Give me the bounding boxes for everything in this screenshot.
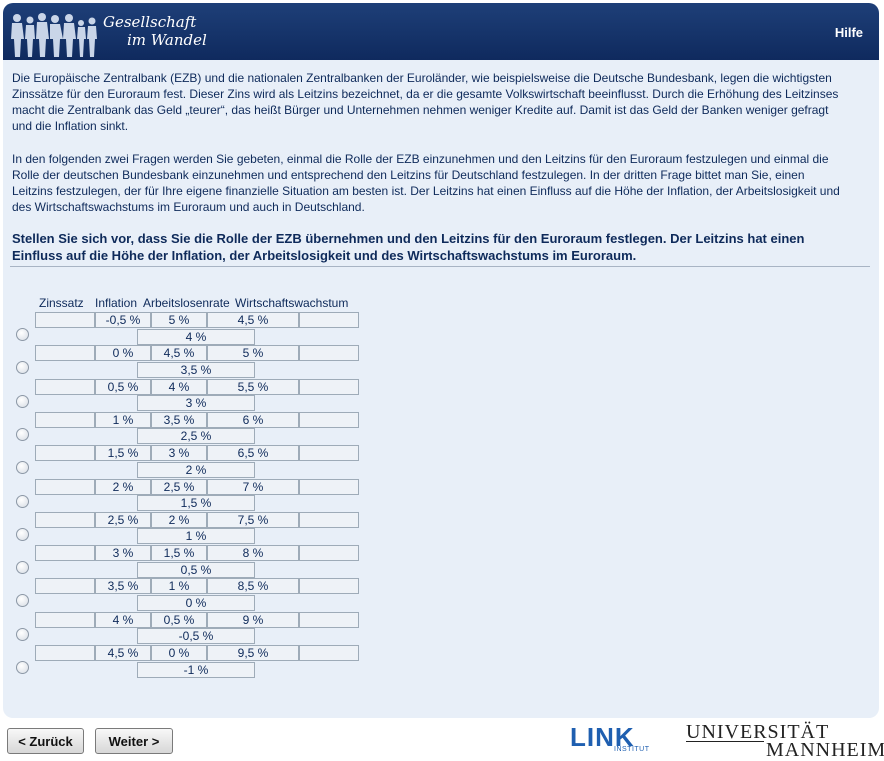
inflation-cell: 4 % xyxy=(95,611,151,628)
logo-line-2: im Wandel xyxy=(127,31,207,49)
survey-content-panel: Die Europäische Zentralbank (EZB) und di… xyxy=(3,60,879,718)
option-radio[interactable] xyxy=(16,561,29,575)
option-radio[interactable] xyxy=(16,627,29,641)
inflation-cell: 3 % xyxy=(95,545,151,562)
unemployment-cell: 2,5 % xyxy=(151,478,207,495)
unemployment-cell: 0,5 % xyxy=(151,611,207,628)
help-link[interactable]: Hilfe xyxy=(835,25,863,40)
unemployment-cell: 1 % xyxy=(151,578,207,595)
option-radio[interactable] xyxy=(16,427,29,441)
option-radio[interactable] xyxy=(16,494,29,508)
inflation-cell: 0 % xyxy=(95,345,151,362)
empty-cell xyxy=(299,378,359,395)
inflation-cell: -0,5 % xyxy=(95,312,151,328)
back-button[interactable]: < Zurück xyxy=(7,728,84,754)
unemployment-cell: 0 % xyxy=(151,645,207,661)
column-header-wirtschaftswachstum: Wirtschaftswachstum xyxy=(235,296,349,310)
empty-cell xyxy=(35,345,95,362)
growth-cell: 7 % xyxy=(207,478,299,495)
interest-rate-cell: 2 % xyxy=(137,461,255,478)
unemployment-cell: 1,5 % xyxy=(151,545,207,562)
link-institut-logo: LINK INSTITUT xyxy=(570,724,652,756)
growth-cell: 8 % xyxy=(207,545,299,562)
inflation-cell: 4,5 % xyxy=(95,645,151,661)
growth-cell: 9 % xyxy=(207,611,299,628)
empty-cell xyxy=(299,511,359,528)
empty-cell xyxy=(35,578,95,595)
growth-cell: 6,5 % xyxy=(207,445,299,462)
interest-rate-cell: 0 % xyxy=(137,594,255,611)
interest-rate-cell: 2,5 % xyxy=(137,428,255,445)
empty-cell xyxy=(35,545,95,562)
next-button[interactable]: Weiter > xyxy=(95,728,173,754)
column-header-arbeitslosenrate: Arbeitslosenrate xyxy=(143,296,230,310)
option-radio[interactable] xyxy=(16,461,29,475)
empty-cell xyxy=(35,611,95,628)
option-radio[interactable] xyxy=(16,361,29,375)
question-divider xyxy=(10,266,870,267)
empty-cell xyxy=(35,378,95,395)
people-silhouette-logo xyxy=(11,13,97,57)
option-radio[interactable] xyxy=(16,661,29,674)
growth-cell: 5,5 % xyxy=(207,378,299,395)
growth-cell: 9,5 % xyxy=(207,645,299,661)
inflation-cell: 1,5 % xyxy=(95,445,151,462)
empty-cell xyxy=(299,578,359,595)
interest-rate-cell: 1,5 % xyxy=(137,495,255,511)
interest-rate-cell: -0,5 % xyxy=(137,628,255,645)
empty-cell xyxy=(299,445,359,462)
uni-logo-line-2: MANNHEIM xyxy=(766,739,884,761)
inflation-cell: 2,5 % xyxy=(95,511,151,528)
unemployment-cell: 3,5 % xyxy=(151,411,207,428)
logo-line-1: Gesellschaft xyxy=(103,13,197,31)
inflation-cell: 3,5 % xyxy=(95,578,151,595)
unemployment-cell: 4 % xyxy=(151,378,207,395)
column-header-inflation: Inflation xyxy=(95,296,138,310)
unemployment-cell: 4,5 % xyxy=(151,345,207,362)
column-header-zinssatz: Zinssatz xyxy=(39,296,84,310)
empty-cell xyxy=(35,511,95,528)
interest-rate-cell: -1 % xyxy=(137,661,255,678)
university-mannheim-logo: UNIVERSITÄT MANNHEIM xyxy=(686,722,884,760)
empty-cell xyxy=(35,312,95,328)
empty-cell xyxy=(299,478,359,495)
unemployment-cell: 5 % xyxy=(151,312,207,328)
site-logo-text: Gesellschaft im Wandel xyxy=(103,13,207,49)
inflation-cell: 2 % xyxy=(95,478,151,495)
unemployment-cell: 2 % xyxy=(151,511,207,528)
interest-rate-cell: 4 % xyxy=(137,328,255,345)
empty-cell xyxy=(299,611,359,628)
option-radio[interactable] xyxy=(16,594,29,608)
empty-cell xyxy=(35,478,95,495)
option-radio[interactable] xyxy=(16,394,29,408)
empty-cell xyxy=(35,645,95,661)
inflation-cell: 1 % xyxy=(95,411,151,428)
uni-logo-rule xyxy=(686,741,764,742)
intro-paragraph-1: Die Europäische Zentralbank (EZB) und di… xyxy=(12,71,839,133)
growth-cell: 6 % xyxy=(207,411,299,428)
empty-cell xyxy=(299,545,359,562)
empty-cell xyxy=(299,411,359,428)
empty-cell xyxy=(299,345,359,362)
inflation-cell: 0,5 % xyxy=(95,378,151,395)
intro-paragraph-2: In den folgenden zwei Fragen werden Sie … xyxy=(12,152,840,214)
link-logo-subtext: INSTITUT xyxy=(614,746,650,753)
growth-cell: 8,5 % xyxy=(207,578,299,595)
interest-rate-cell: 1 % xyxy=(137,528,255,545)
empty-cell xyxy=(299,312,359,328)
header-bar: Gesellschaft im Wandel Hilfe xyxy=(3,3,879,60)
option-radio[interactable] xyxy=(16,328,29,341)
question-text: Stellen Sie sich vor, dass Sie die Rolle… xyxy=(12,231,805,263)
empty-cell xyxy=(299,645,359,661)
interest-rate-cell: 3,5 % xyxy=(137,361,255,378)
interest-rate-cell: 3 % xyxy=(137,395,255,412)
growth-cell: 4,5 % xyxy=(207,312,299,328)
empty-cell xyxy=(35,411,95,428)
interest-rate-cell: 0,5 % xyxy=(137,561,255,578)
growth-cell: 7,5 % xyxy=(207,511,299,528)
unemployment-cell: 3 % xyxy=(151,445,207,462)
option-radio[interactable] xyxy=(16,527,29,541)
empty-cell xyxy=(35,445,95,462)
growth-cell: 5 % xyxy=(207,345,299,362)
